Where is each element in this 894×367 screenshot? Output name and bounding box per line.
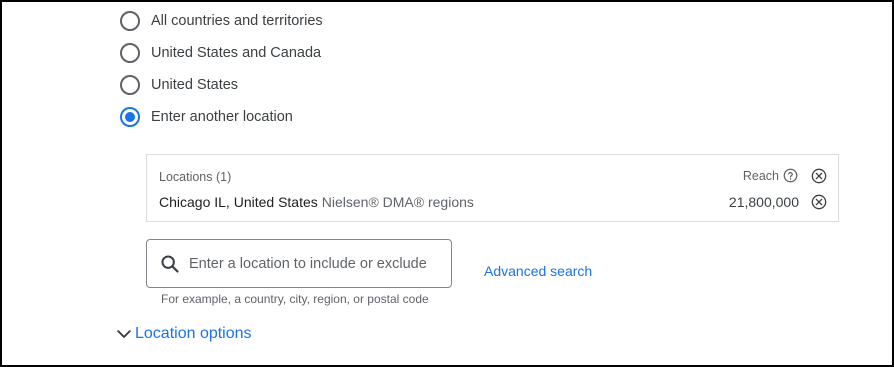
radio-option-all-countries[interactable]: All countries and territories — [118, 9, 323, 33]
radio-label: United States and Canada — [151, 45, 322, 61]
reach-label: Reach — [742, 169, 779, 183]
location-options-label: Location options — [135, 325, 252, 342]
selected-locations-box: Locations (1) Reach Chicago IL, United S… — [146, 154, 839, 222]
search-icon — [161, 254, 179, 273]
radio-button[interactable] — [120, 11, 140, 31]
radio-button[interactable] — [120, 43, 140, 63]
remove-all-locations-icon[interactable] — [811, 168, 827, 184]
location-settings-panel: All countries and territories United Sta… — [0, 0, 894, 367]
search-helper-text: For example, a country, city, region, or… — [161, 292, 429, 306]
location-type: Nielsen® DMA® regions — [321, 194, 474, 210]
location-name: Chicago IL, United States — [159, 194, 318, 210]
location-search-input[interactable] — [189, 255, 439, 272]
radio-button-selected[interactable] — [120, 107, 140, 127]
chevron-down-icon — [117, 330, 131, 338]
radio-option-us-and-canada[interactable]: United States and Canada — [118, 41, 321, 65]
location-reach: 21,800,000 — [728, 194, 799, 210]
radio-option-enter-another-location[interactable]: Enter another location — [118, 105, 293, 129]
radio-button[interactable] — [120, 75, 140, 95]
location-item: Chicago IL, United States Nielsen® DMA® r… — [159, 194, 474, 210]
radio-option-united-states[interactable]: United States — [118, 73, 238, 97]
advanced-search-link[interactable]: Advanced search — [484, 263, 592, 279]
remove-location-icon[interactable] — [811, 194, 827, 210]
location-search-field[interactable] — [146, 239, 452, 288]
radio-label: All countries and territories — [151, 13, 323, 29]
radio-label: Enter another location — [151, 109, 293, 125]
location-options-toggle[interactable]: Location options — [114, 324, 252, 344]
locations-header: Locations (1) — [159, 170, 232, 184]
help-circle-icon[interactable] — [783, 168, 798, 183]
radio-label: United States — [151, 77, 239, 93]
